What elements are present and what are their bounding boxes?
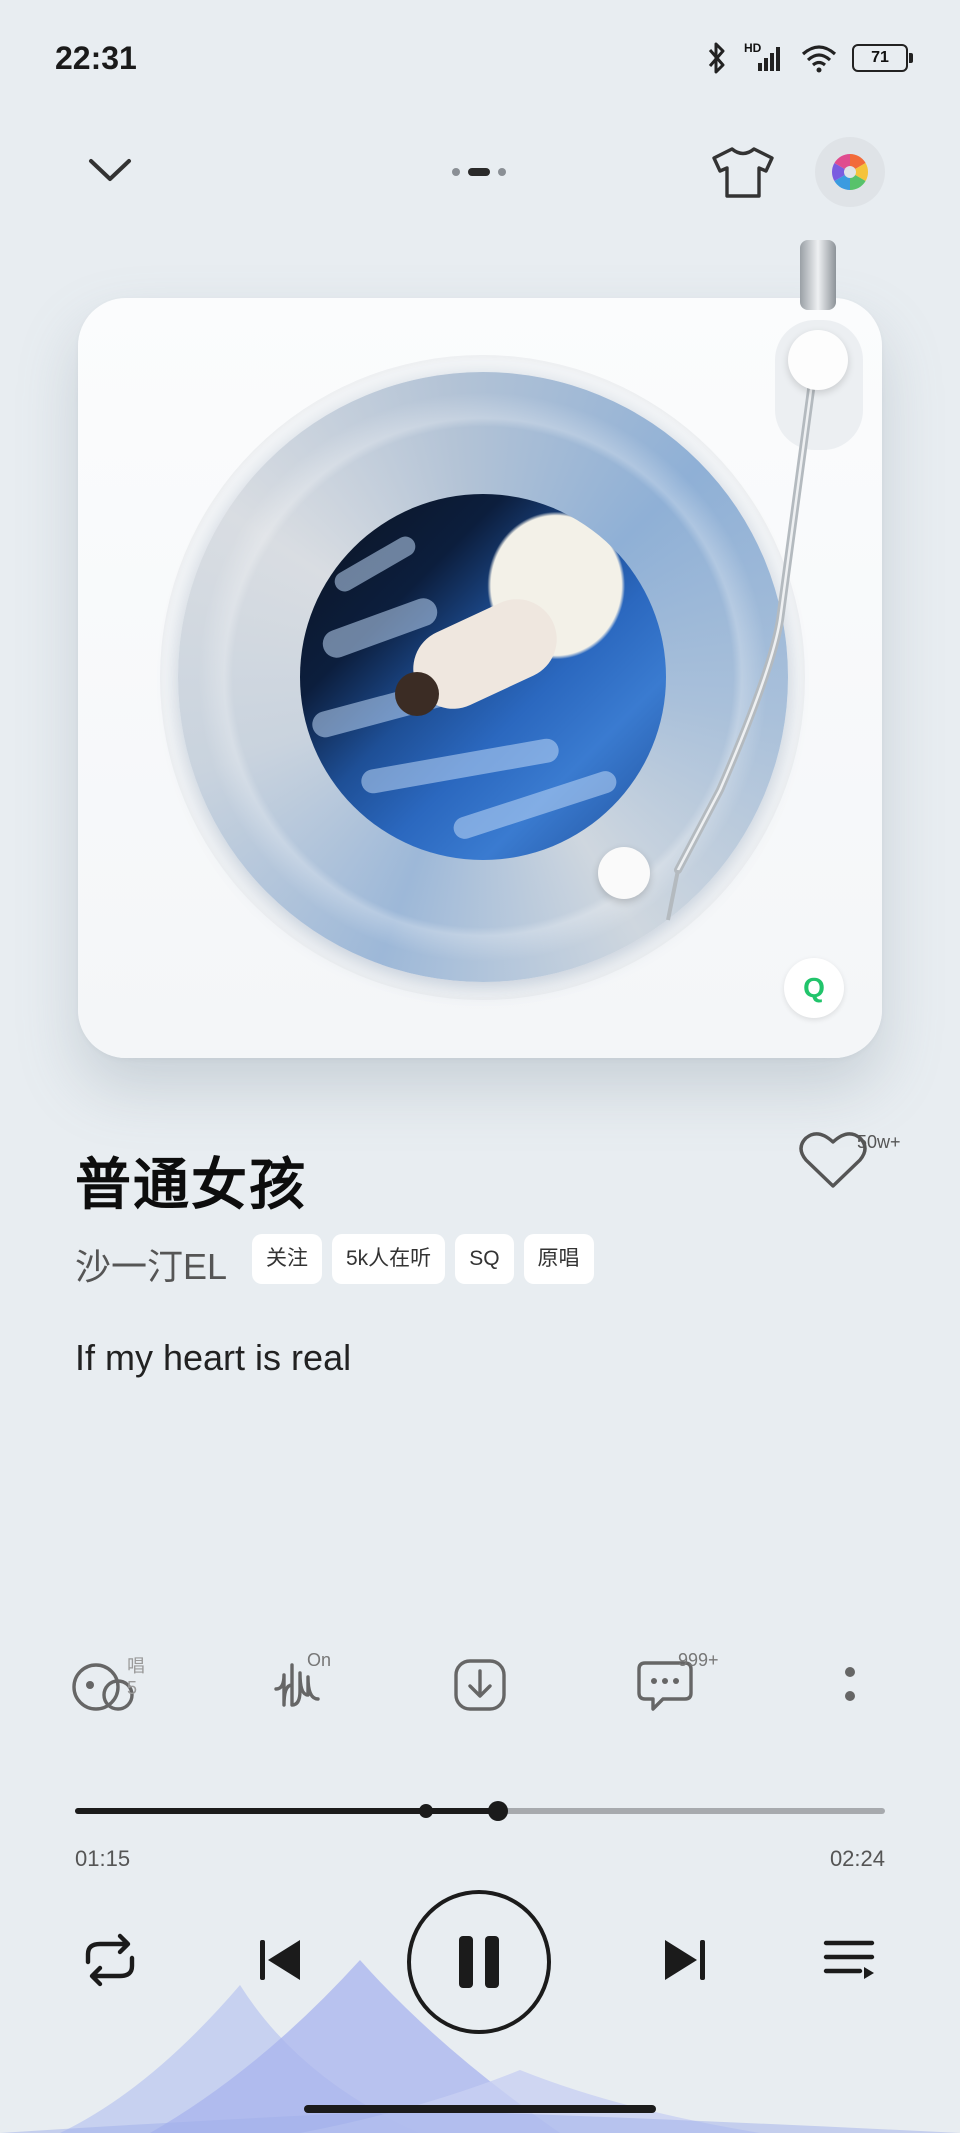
quality-chip[interactable]: SQ xyxy=(455,1234,514,1284)
page-dot xyxy=(452,168,460,176)
page-dot xyxy=(498,168,506,176)
progress-thumb[interactable] xyxy=(487,1801,508,1821)
status-time: 22:31 xyxy=(55,40,137,76)
tonearm-counterweight xyxy=(800,240,836,310)
song-title: 普通女孩 xyxy=(75,1153,307,1216)
badge-letter: Q xyxy=(803,972,825,1003)
qq-music-badge[interactable]: Q xyxy=(784,958,844,1018)
sing-label: 唱 5 xyxy=(127,1656,145,1698)
favorite-count: 50w+ xyxy=(857,1132,901,1152)
song-tags: 关注 5k人在听 SQ 原唱 xyxy=(252,1234,594,1284)
current-time: 01:15 xyxy=(75,1846,131,1871)
progress-fill xyxy=(75,1808,498,1814)
battery-icon: 71 xyxy=(852,44,913,72)
tonearm-pivot xyxy=(788,330,848,390)
total-time: 02:24 xyxy=(829,1846,885,1871)
color-palette-button[interactable] xyxy=(815,137,885,207)
sound-effects-button[interactable]: On xyxy=(255,1640,345,1730)
action-row: 唱 5 On 999+ xyxy=(0,1640,960,1730)
more-vertical-icon xyxy=(845,1667,855,1701)
listeners-chip[interactable]: 5k人在听 xyxy=(332,1234,446,1284)
artist-name[interactable]: 沙一汀EL xyxy=(75,1238,227,1290)
comments-count: 999+ xyxy=(678,1650,719,1670)
comments-button[interactable]: 999+ xyxy=(620,1640,719,1730)
download-button[interactable] xyxy=(435,1640,525,1730)
page-dot-active xyxy=(468,168,490,176)
collapse-button[interactable] xyxy=(80,145,140,195)
page-indicator[interactable] xyxy=(452,168,506,176)
download-icon xyxy=(454,1659,506,1711)
chevron-down-icon xyxy=(89,159,131,181)
tshirt-icon xyxy=(712,147,774,198)
theme-button[interactable] xyxy=(705,140,781,204)
bluetooth-icon xyxy=(708,42,725,74)
buffer-marker xyxy=(418,1804,433,1818)
more-button[interactable] xyxy=(805,1640,895,1730)
status-bar: 22:31 HD 71 xyxy=(0,0,960,110)
battery-level: 71 xyxy=(871,49,889,66)
home-indicator[interactable] xyxy=(304,2105,656,2113)
tonearm-headshell xyxy=(598,847,650,899)
system-icons: HD 71 xyxy=(704,38,913,78)
sound-effects-state: On xyxy=(307,1650,332,1670)
current-lyric[interactable]: If my heart is real xyxy=(75,1337,351,1379)
color-wheel-icon xyxy=(831,154,869,190)
wifi-icon xyxy=(801,45,837,73)
original-chip[interactable]: 原唱 xyxy=(523,1234,594,1284)
cellular-signal-icon: HD xyxy=(744,41,786,75)
sing-button[interactable]: 唱 5 xyxy=(65,1640,155,1730)
follow-chip[interactable]: 关注 xyxy=(252,1234,322,1284)
